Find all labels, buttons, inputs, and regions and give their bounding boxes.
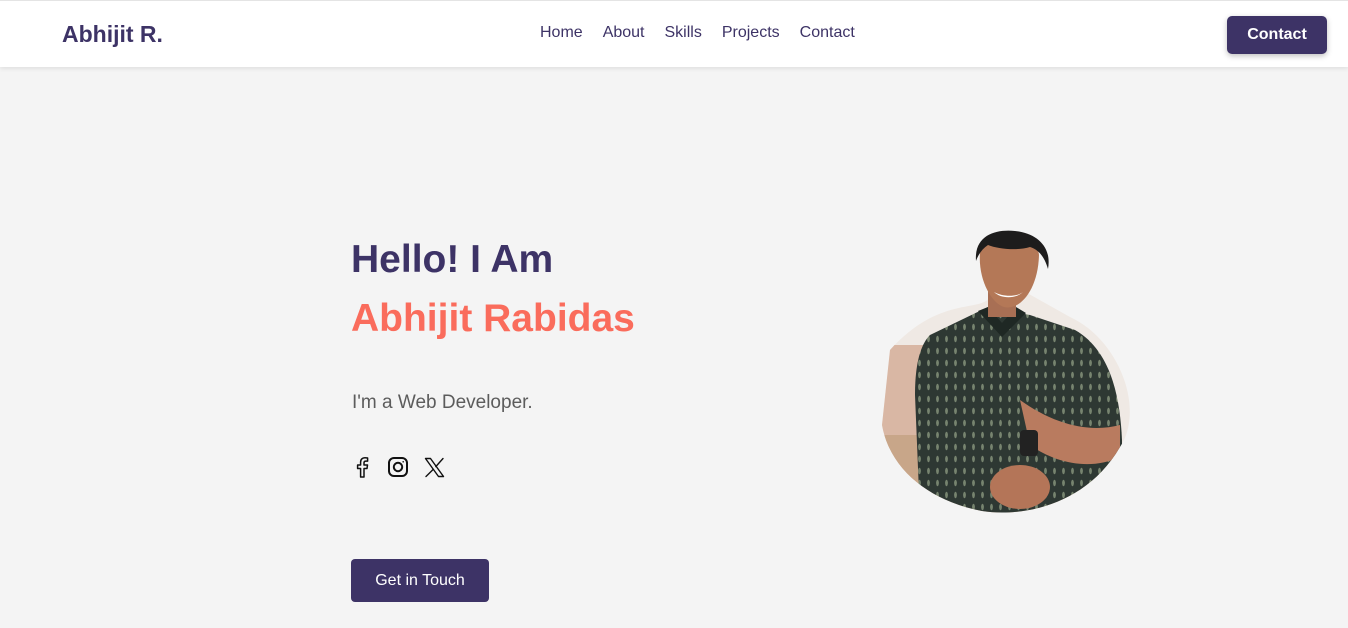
hero-greeting: Hello! I Am [351,238,554,281]
nav-links: Home About Skills Projects Contact [540,23,855,43]
nav-link-skills[interactable]: Skills [665,23,702,43]
brand-logo[interactable]: Abhijit R. [62,21,163,48]
nav-link-home[interactable]: Home [540,23,583,43]
nav-link-about[interactable]: About [603,23,645,43]
facebook-icon[interactable] [351,455,373,479]
get-in-touch-button[interactable]: Get in Touch [351,559,489,602]
navbar: Abhijit R. Home About Skills Projects Co… [0,0,1348,67]
instagram-icon[interactable] [387,455,409,479]
x-icon[interactable] [423,455,445,479]
nav-link-contact[interactable]: Contact [800,23,855,43]
hero-name: Abhijit Rabidas [351,297,635,340]
nav-link-projects[interactable]: Projects [722,23,780,43]
contact-button[interactable]: Contact [1227,16,1327,54]
social-links [351,455,445,479]
profile-photo [882,230,1130,513]
hero-role: I'm a Web Developer. [352,392,533,413]
